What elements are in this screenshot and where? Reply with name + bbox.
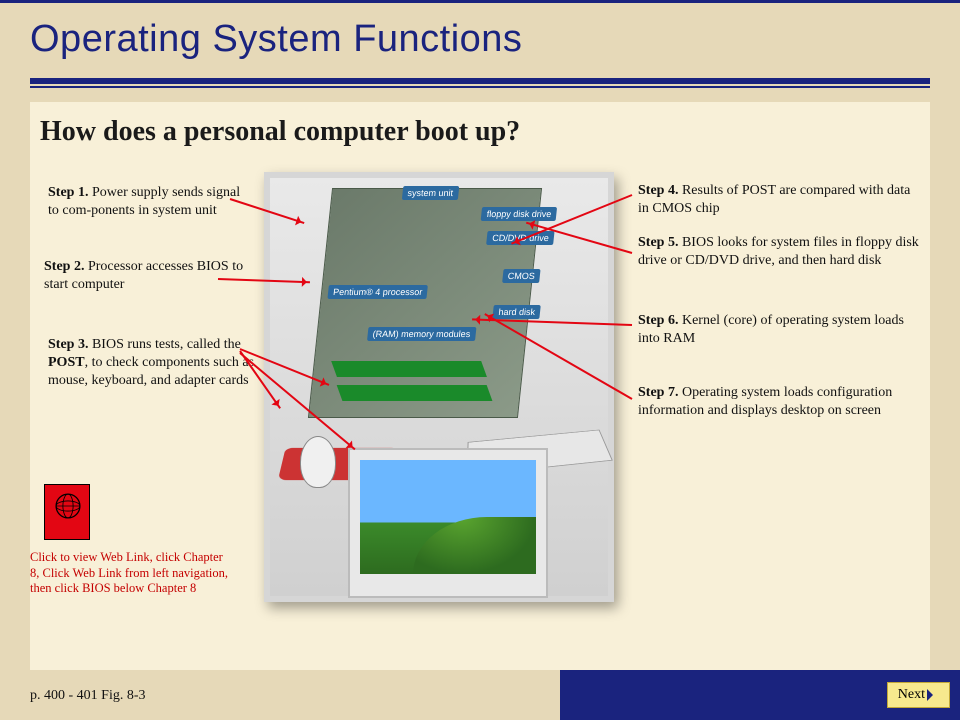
- step-3-text-a: BIOS runs tests, called the: [88, 337, 240, 352]
- desktop-screen: [360, 460, 536, 574]
- expansion-card-1: [331, 361, 487, 377]
- page-reference: p. 400 - 401 Fig. 8-3: [30, 688, 146, 704]
- step-6: Step 6. Kernel (core) of operating syste…: [638, 312, 918, 348]
- next-button-label: Next: [898, 687, 925, 703]
- title-rule: [30, 78, 930, 84]
- step-4-label: Step 4.: [638, 183, 678, 198]
- step-7: Step 7. Operating system loads configura…: [638, 384, 918, 420]
- step-2: Step 2. Processor accesses BIOS to start…: [44, 258, 244, 294]
- step-1: Step 1. Power supply sends signal to com…: [48, 184, 248, 220]
- top-accent-line: [0, 0, 960, 3]
- step-3-label: Step 3.: [48, 337, 88, 352]
- globe-icon: [51, 489, 85, 523]
- step-5: Step 5. BIOS looks for system files in f…: [638, 234, 928, 270]
- slide-title: Operating System Functions: [30, 18, 522, 61]
- step-6-label: Step 6.: [638, 313, 678, 328]
- weblink-instructions: Click to view Web Link, click Chapter 8,…: [30, 550, 230, 597]
- step-2-label: Step 2.: [44, 259, 84, 274]
- next-arrow-icon: [927, 689, 939, 701]
- label-hard-disk: hard disk: [493, 305, 541, 319]
- step-6-text: Kernel (core) of operating system loads …: [638, 313, 904, 346]
- step-5-text: BIOS looks for system files in floppy di…: [638, 235, 919, 268]
- step-4-text: Results of POST are compared with data i…: [638, 183, 910, 216]
- step-4: Step 4. Results of POST are compared wit…: [638, 182, 918, 218]
- step-7-label: Step 7.: [638, 385, 678, 400]
- system-unit-graphic: system unit floppy disk drive CD/DVD dri…: [308, 188, 542, 418]
- monitor-graphic: [348, 448, 548, 598]
- mouse-graphic: [300, 436, 336, 488]
- label-processor: Pentium® 4 processor: [327, 285, 428, 299]
- step-3: Step 3. BIOS runs tests, called the POST…: [48, 336, 258, 391]
- label-ram: (RAM) memory modules: [367, 327, 476, 341]
- weblink-icon[interactable]: [44, 484, 90, 540]
- slide-question: How does a personal computer boot up?: [40, 116, 520, 148]
- step-3-post: POST: [48, 355, 85, 370]
- next-button[interactable]: Next: [887, 682, 950, 708]
- label-cmos: CMOS: [502, 269, 540, 283]
- step-1-label: Step 1.: [48, 185, 88, 200]
- expansion-card-2: [337, 385, 493, 401]
- step-5-label: Step 5.: [638, 235, 678, 250]
- content-panel: How does a personal computer boot up? St…: [30, 102, 930, 670]
- boot-diagram: system unit floppy disk drive CD/DVD dri…: [264, 172, 614, 602]
- footer: p. 400 - 401 Fig. 8-3 Next: [0, 670, 960, 720]
- label-floppy: floppy disk drive: [481, 207, 557, 221]
- desktop-hill: [413, 517, 536, 574]
- label-system-unit: system unit: [402, 186, 459, 200]
